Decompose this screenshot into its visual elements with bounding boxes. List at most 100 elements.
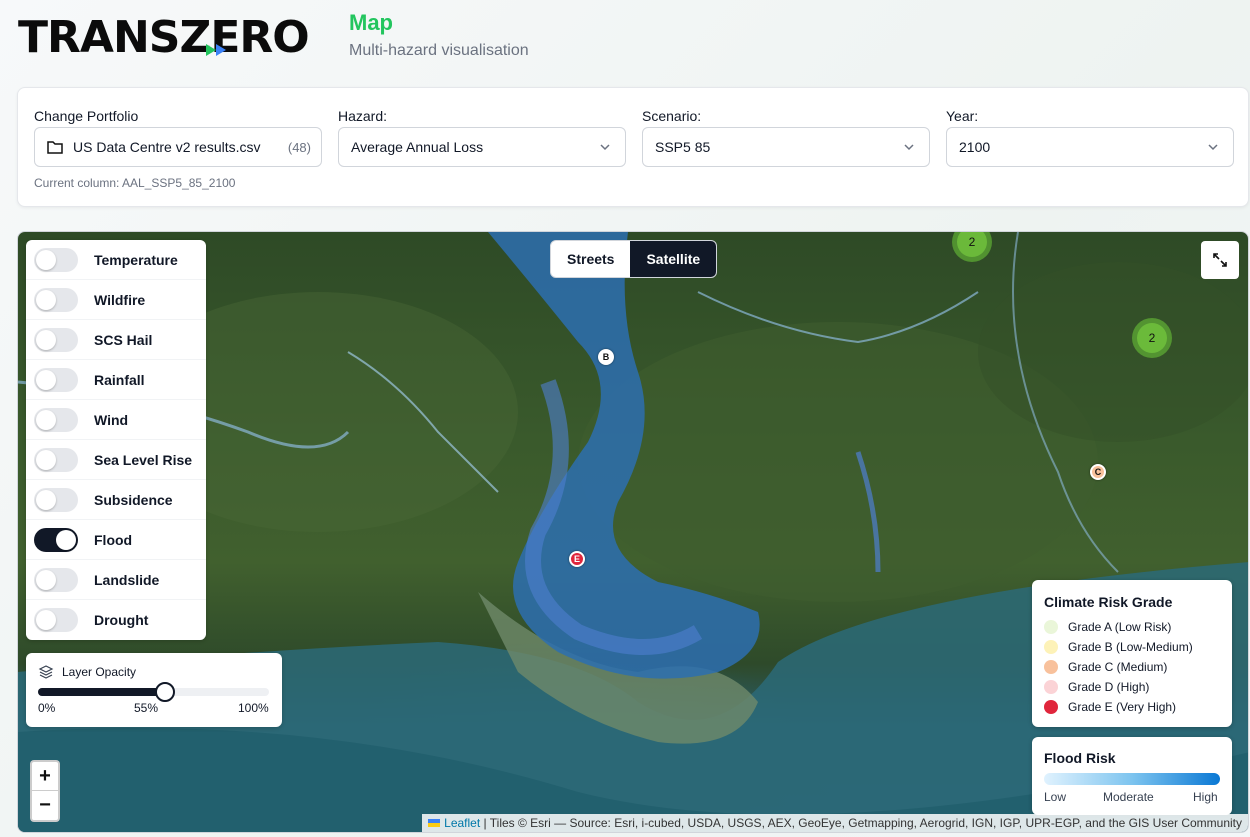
hazard-select[interactable]: Average Annual Loss: [338, 127, 626, 167]
flood-high-label: High: [1193, 790, 1218, 804]
ukraine-flag-icon: [428, 819, 441, 827]
flood-gradient-bar: [1044, 773, 1220, 785]
toggle-switch[interactable]: [34, 487, 78, 512]
controls-card: Change Portfolio US Data Centre v2 resul…: [17, 87, 1249, 207]
flood-legend-title: Flood Risk: [1044, 750, 1116, 766]
year-label: Year:: [946, 108, 979, 124]
basemap-toggle: Streets Satellite: [550, 240, 718, 278]
zoom-control: + −: [30, 760, 60, 822]
layer-toggle-rainfall[interactable]: Rainfall: [26, 360, 206, 400]
flood-low-label: Low: [1044, 790, 1067, 804]
hazard-label: Hazard:: [338, 108, 388, 124]
toggle-switch[interactable]: [34, 327, 78, 352]
portfolio-button[interactable]: US Data Centre v2 results.csv (48): [34, 127, 322, 167]
grade-e-swatch: [1044, 700, 1058, 714]
toggle-switch[interactable]: [34, 608, 78, 632]
grade-b-swatch: [1044, 640, 1058, 654]
layer-label: SCS Hail: [94, 331, 153, 348]
leaflet-link[interactable]: Leaflet: [444, 816, 480, 830]
opacity-min-label: 0%: [38, 701, 56, 715]
layer-toggle-wildfire[interactable]: Wildfire: [26, 280, 206, 320]
legend-item: Grade B (Low-Medium): [1044, 640, 1193, 654]
opacity-slider-thumb[interactable]: [155, 682, 176, 702]
legend-item: Grade E (Very High): [1044, 700, 1176, 714]
zoom-out-button[interactable]: −: [32, 791, 58, 820]
layer-toggle-panel: Temperature Wildfire SCS Hail Rainfall W…: [26, 240, 206, 640]
toggle-switch[interactable]: [34, 367, 78, 392]
grade-d-swatch: [1044, 680, 1058, 694]
flood-risk-legend: Flood Risk Low Moderate High: [1032, 737, 1232, 815]
layer-toggle-flood[interactable]: Flood: [26, 520, 206, 560]
hazard-value: Average Annual Loss: [351, 139, 484, 155]
layer-toggle-sea-level-rise[interactable]: Sea Level Rise: [26, 440, 206, 480]
scenario-select[interactable]: SSP5 85: [642, 127, 930, 167]
site-marker-c[interactable]: C: [1090, 464, 1106, 480]
legend-title: Climate Risk Grade: [1044, 594, 1173, 610]
layer-label: Temperature: [94, 251, 178, 268]
opacity-slider[interactable]: [38, 682, 269, 702]
opacity-max-label: 100%: [238, 701, 269, 715]
flood-moderate-label: Moderate: [1103, 790, 1154, 804]
layer-label: Flood: [94, 531, 133, 548]
chevron-down-icon: [600, 144, 610, 151]
toggle-switch[interactable]: [34, 447, 78, 472]
expand-icon: [1213, 253, 1227, 267]
chevron-down-icon: [1208, 144, 1218, 151]
layer-toggle-landslide[interactable]: Landslide: [26, 560, 206, 600]
streets-button[interactable]: Streets: [551, 241, 630, 277]
layer-label: Rainfall: [94, 371, 145, 388]
layer-label: Drought: [94, 612, 149, 628]
opacity-slider-fill: [38, 688, 166, 696]
header: TRANSZERO Map Multi-hazard visualisation: [18, 8, 1238, 78]
layer-toggle-drought[interactable]: Drought: [26, 600, 206, 640]
cluster-count: 2: [1137, 323, 1167, 353]
legend-item: Grade C (Medium): [1044, 660, 1167, 674]
layer-label: Subsidence: [94, 491, 173, 508]
toggle-switch[interactable]: [34, 527, 78, 552]
map[interactable]: B C E 2 2 Temperature Wildfire SCS Hail …: [17, 231, 1249, 833]
legend-label: Grade A (Low Risk): [1068, 620, 1172, 634]
folder-icon: [47, 141, 63, 154]
legend-item: Grade A (Low Risk): [1044, 620, 1171, 634]
year-value: 2100: [959, 139, 991, 155]
layer-label: Wind: [94, 411, 129, 428]
portfolio-name: US Data Centre v2 results.csv: [73, 139, 261, 155]
transzero-logo[interactable]: TRANSZERO: [18, 12, 310, 64]
legend-item: Grade D (High): [1044, 680, 1149, 694]
layer-label: Sea Level Rise: [94, 451, 193, 468]
layer-opacity-panel: Layer Opacity 0% 55% 100%: [26, 653, 282, 727]
map-attribution: Leaflet | Tiles © Esri — Source: Esri, i…: [422, 814, 1248, 832]
page-title: Map: [349, 10, 393, 35]
chevron-down-icon: [904, 144, 914, 151]
site-marker-b[interactable]: B: [598, 349, 614, 365]
grade-c-swatch: [1044, 660, 1058, 674]
legend-label: Grade C (Medium): [1068, 660, 1168, 674]
toggle-switch[interactable]: [34, 247, 78, 272]
layer-toggle-scs-hail[interactable]: SCS Hail: [26, 320, 206, 360]
layer-label: Landslide: [94, 571, 160, 588]
satellite-button[interactable]: Satellite: [630, 241, 717, 277]
grade-a-swatch: [1044, 620, 1058, 634]
scenario-value: SSP5 85: [655, 139, 711, 155]
page-subtitle: Multi-hazard visualisation: [349, 42, 529, 59]
opacity-value-label: 55%: [134, 701, 159, 715]
legend-label: Grade D (High): [1068, 680, 1150, 694]
layer-toggle-subsidence[interactable]: Subsidence: [26, 480, 206, 520]
attribution-text: | Tiles © Esri — Source: Esri, i-cubed, …: [483, 816, 1242, 830]
year-select[interactable]: 2100: [946, 127, 1234, 167]
toggle-switch[interactable]: [34, 567, 78, 592]
logo-arrow-icon: [206, 44, 226, 56]
opacity-title: Layer Opacity: [62, 665, 137, 679]
legend-label: Grade E (Very High): [1068, 700, 1177, 714]
current-column: Current column: AAL_SSP5_85_2100: [34, 176, 236, 190]
portfolio-count: (48): [287, 139, 311, 155]
toggle-switch[interactable]: [34, 407, 78, 432]
fullscreen-button[interactable]: [1201, 241, 1239, 279]
site-marker-e[interactable]: E: [569, 551, 585, 567]
marker-cluster[interactable]: 2: [1132, 318, 1172, 358]
toggle-switch[interactable]: [34, 287, 78, 312]
layer-toggle-wind[interactable]: Wind: [26, 400, 206, 440]
layer-toggle-temperature[interactable]: Temperature: [26, 240, 206, 280]
zoom-in-button[interactable]: +: [32, 762, 58, 791]
layer-label: Wildfire: [94, 291, 146, 308]
